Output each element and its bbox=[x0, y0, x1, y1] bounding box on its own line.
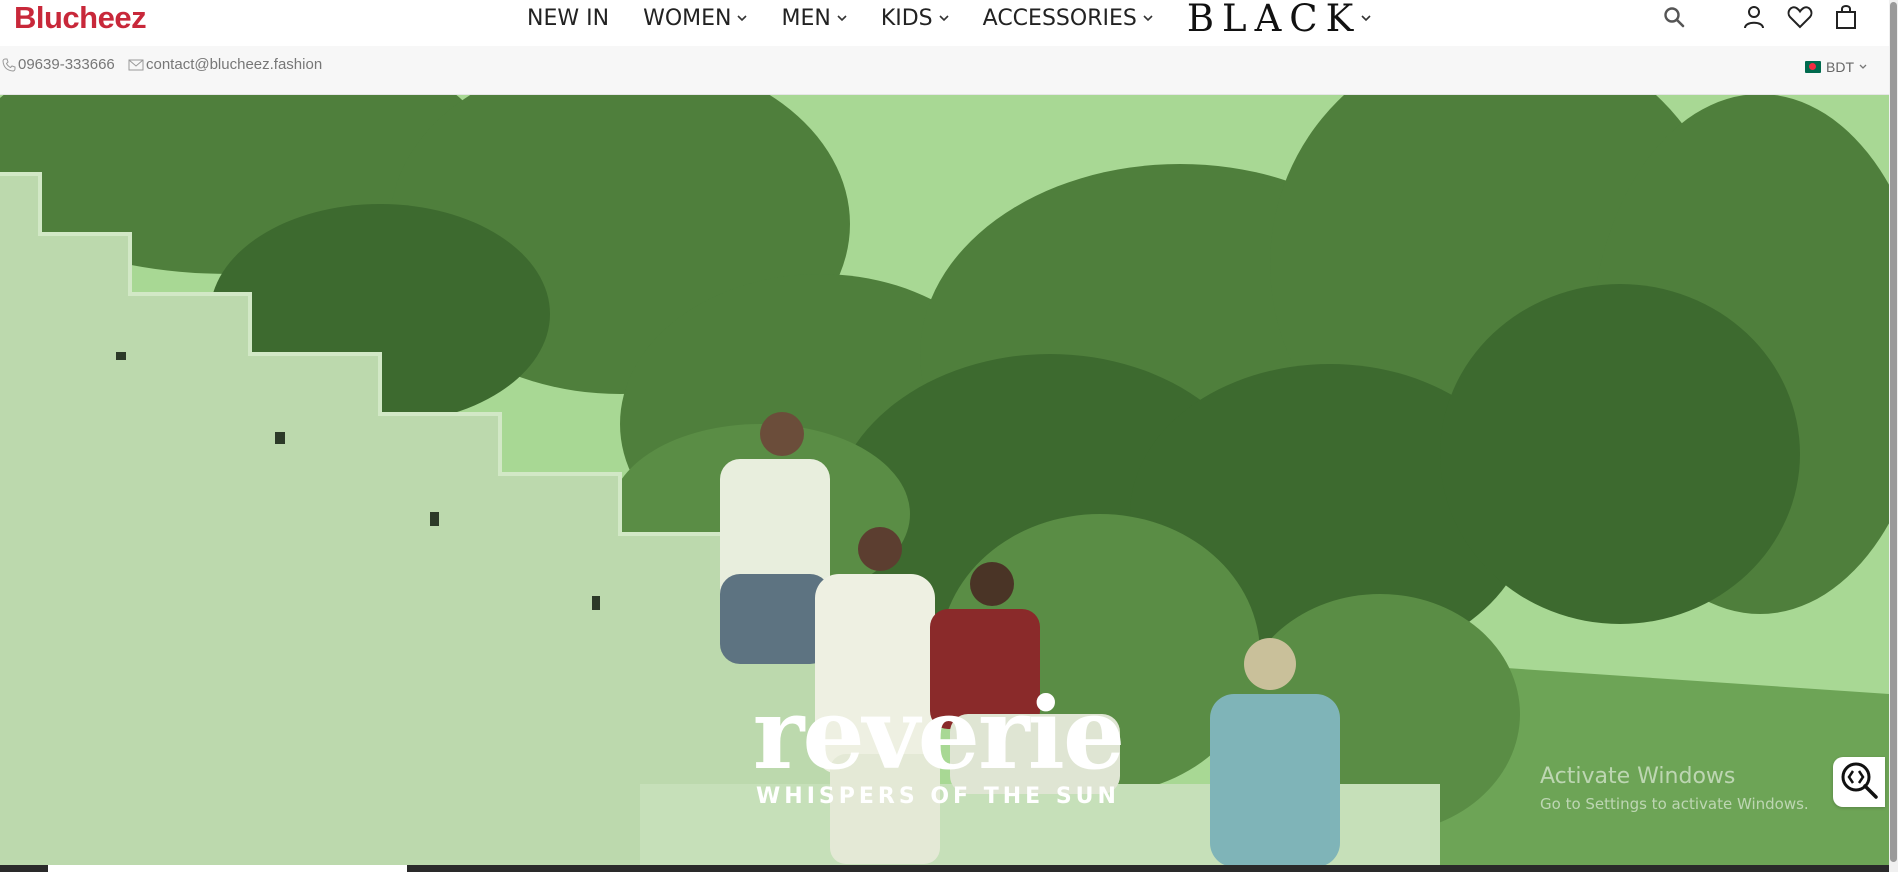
hero-title: reverie bbox=[752, 677, 1126, 792]
video-progress-fill bbox=[48, 865, 407, 872]
chevron-down-icon bbox=[737, 14, 748, 22]
nav-item-men[interactable]: MEN bbox=[781, 5, 847, 31]
visual-search-button[interactable] bbox=[1833, 757, 1885, 807]
phone-contact[interactable]: 09639-333666 bbox=[2, 56, 115, 73]
email-address: contact@blucheez.fashion bbox=[146, 56, 323, 73]
brand-logo[interactable]: Blucheez bbox=[14, 0, 147, 36]
nav-item-label: ACCESSORIES bbox=[982, 5, 1137, 31]
nav-item-label: WOMEN bbox=[643, 5, 732, 31]
currency-selector[interactable]: BDT bbox=[1805, 59, 1867, 75]
user-icon[interactable] bbox=[1741, 4, 1767, 30]
main-nav: NEW IN WOMEN MEN KIDS ACCESSORIES BLACK bbox=[527, 0, 1371, 40]
video-progress-bar[interactable] bbox=[0, 865, 1889, 872]
chevron-down-icon bbox=[1859, 64, 1867, 70]
watermark-line1: Activate Windows bbox=[1540, 764, 1736, 789]
scrollbar-thumb[interactable] bbox=[1890, 2, 1897, 862]
nav-item-label: KIDS bbox=[880, 5, 933, 31]
nav-item-black[interactable]: BLACK bbox=[1187, 0, 1371, 40]
nav-item-label: MEN bbox=[781, 5, 831, 31]
lens-search-icon bbox=[1839, 760, 1879, 805]
phone-icon bbox=[2, 58, 16, 72]
nav-item-label: BLACK bbox=[1186, 0, 1362, 40]
page-scrollbar[interactable] bbox=[1889, 0, 1898, 872]
header-actions bbox=[1661, 4, 1859, 30]
mail-icon bbox=[128, 59, 144, 71]
email-contact[interactable]: contact@blucheez.fashion bbox=[128, 56, 322, 73]
nav-item-accessories[interactable]: ACCESSORIES bbox=[983, 6, 1153, 31]
contact-bar: 09639-333666 contact@blucheez.fashion BD… bbox=[0, 46, 1889, 95]
nav-item-kids[interactable]: KIDS bbox=[881, 6, 949, 31]
hero-subtitle: WHISPERS OF THE SUN bbox=[756, 784, 1120, 809]
nav-item-label: NEW IN bbox=[527, 5, 610, 31]
currency-label: BDT bbox=[1826, 59, 1854, 75]
search-icon[interactable] bbox=[1661, 4, 1687, 30]
chevron-down-icon bbox=[837, 14, 847, 22]
os-activation-watermark: Activate Windows Go to Settings to activ… bbox=[1540, 764, 1809, 813]
phone-number: 09639-333666 bbox=[18, 56, 115, 73]
site-header: Blucheez NEW IN WOMEN MEN KIDS ACCESSORI… bbox=[0, 0, 1889, 46]
watermark-line2: Go to Settings to activate Windows. bbox=[1540, 795, 1809, 813]
nav-item-new-in[interactable]: NEW IN bbox=[527, 6, 609, 31]
chevron-down-icon bbox=[1361, 14, 1371, 22]
shopping-bag-icon[interactable] bbox=[1833, 4, 1859, 30]
chevron-down-icon bbox=[939, 14, 949, 22]
bangladesh-flag-icon bbox=[1805, 61, 1821, 73]
nav-item-women[interactable]: WOMEN bbox=[643, 5, 748, 31]
hero-banner-video[interactable]: reverie WHISPERS OF THE SUN Activate Win… bbox=[0, 94, 1889, 867]
chevron-down-icon bbox=[1143, 14, 1153, 22]
heart-icon[interactable] bbox=[1787, 4, 1813, 30]
